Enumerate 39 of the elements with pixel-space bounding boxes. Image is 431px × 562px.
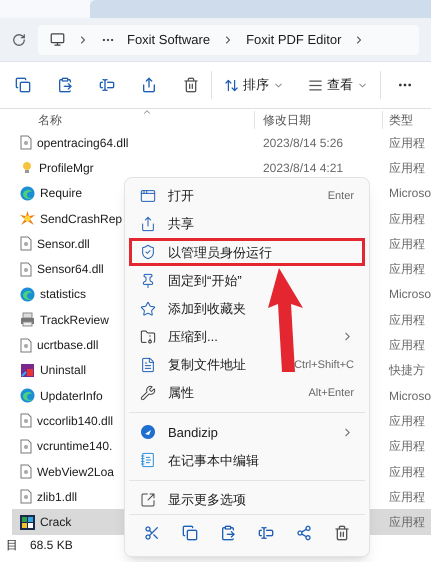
file-name: opentracing64.dll [37, 134, 128, 152]
date-cell-text: 2023/8/14 5:26 [262, 134, 344, 152]
shortcut-text: Ctrl+Shift+C [294, 358, 354, 373]
file-name: SendCrashRep [40, 210, 122, 228]
file-name: WebView2Loa [37, 464, 114, 480]
type-cell-text: 应用程 [388, 464, 425, 480]
file-name: ucrtbase.dll [37, 337, 98, 354]
type-cell-text: 应用程 [388, 236, 425, 253]
type-cell-text: 应用程 [388, 514, 425, 532]
file-name: vccorlib140.dll [37, 412, 114, 430]
type-cell-text: 应用程 [388, 412, 425, 430]
type-cell-text: 应用程 [388, 488, 425, 506]
shortcut-text: Alt+Enter [308, 386, 354, 401]
type-cell-text: Microso [388, 388, 431, 405]
file-name: TrackReview [40, 312, 109, 329]
status-text: 目 [6, 536, 18, 554]
file-name: vcruntime140. [37, 438, 112, 456]
status-size: 68.5 KB [30, 536, 73, 554]
type-cell-text: 应用程 [388, 261, 425, 278]
date-cell-text: 2023/8/14 4:21 [262, 160, 344, 177]
file-name: Crack [40, 514, 72, 532]
shortcut-text: Enter [328, 188, 354, 204]
file-name: ProfileMgr [39, 160, 94, 177]
type-cell-text: Microso [388, 185, 431, 202]
file-name: UpdaterInfo [40, 388, 103, 405]
file-name: Sensor64.dll [37, 261, 104, 278]
file-name: zlib1.dll [37, 488, 78, 506]
type-cell-text: 应用程 [388, 312, 425, 329]
file-name: Require [40, 185, 82, 202]
type-cell-text: 应用程 [388, 337, 425, 354]
type-cell-text: 应用程 [388, 438, 425, 456]
file-name: Sensor.dll [37, 236, 90, 253]
type-cell-text: Microso [388, 286, 431, 304]
type-cell-text: 应用程 [388, 160, 425, 177]
file-name: statistics [40, 286, 86, 304]
type-cell-text: 快捷方 [388, 362, 425, 380]
type-cell-text: 应用程 [388, 134, 425, 152]
type-cell-text: 应用程 [388, 210, 425, 228]
file-name: Uninstall [40, 362, 86, 380]
